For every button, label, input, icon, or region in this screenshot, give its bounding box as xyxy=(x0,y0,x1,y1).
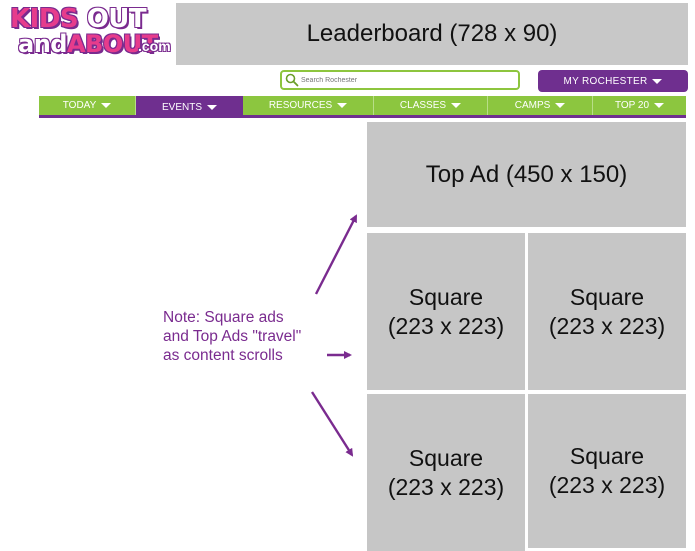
nav-item-label: CAMPS xyxy=(514,100,551,111)
logo-word-com: .com xyxy=(138,38,171,54)
chevron-down-icon xyxy=(652,78,663,84)
nav-item-label: TOP 20 xyxy=(614,100,650,111)
chevron-down-icon xyxy=(101,103,112,108)
nav-underline xyxy=(39,115,686,118)
main-nav: TODAY EVENTS RESOURCES CLASSES CAMPS TOP… xyxy=(39,96,686,118)
square-ad-title: Square xyxy=(569,283,645,310)
square-ad-size: (223 x 223) xyxy=(548,312,666,339)
note-line: Note: Square ads xyxy=(163,309,284,326)
square-ad-2[interactable]: Square (223 x 223) xyxy=(528,233,686,390)
square-ad-1[interactable]: Square (223 x 223) xyxy=(367,233,525,390)
chevron-down-icon xyxy=(555,103,566,108)
nav-item-label: CLASSES xyxy=(399,100,447,111)
my-city-button[interactable]: MY ROCHESTER xyxy=(538,70,688,92)
nav-item-label: EVENTS xyxy=(161,101,202,113)
search-input[interactable] xyxy=(299,76,501,84)
logo-word-and: and xyxy=(18,30,67,58)
square-ad-title: Square xyxy=(569,443,645,469)
chevron-down-icon xyxy=(451,103,462,108)
square-ad-size: (223 x 223) xyxy=(387,473,505,500)
search-icon[interactable] xyxy=(285,73,299,87)
chevron-down-icon xyxy=(654,103,665,108)
nav-item-label: RESOURCES xyxy=(268,100,333,111)
top-ad[interactable]: Top Ad (450 x 150) xyxy=(367,122,686,227)
square-ad-size: (223 x 223) xyxy=(548,472,666,498)
arrow-down-icon xyxy=(310,391,354,457)
square-ad-title: Square xyxy=(408,444,484,471)
note-line: and Top Ads "travel" xyxy=(163,328,302,345)
square-ad-title: Square xyxy=(408,283,484,310)
nav-item-classes[interactable]: CLASSES xyxy=(374,96,488,115)
nav-item-top-20[interactable]: TOP 20 xyxy=(593,96,686,115)
leaderboard-ad[interactable]: Leaderboard (728 x 90) xyxy=(176,3,688,65)
search-box[interactable] xyxy=(280,70,520,90)
my-city-label: MY ROCHESTER xyxy=(563,75,648,87)
leaderboard-ad-label: Leaderboard (728 x 90) xyxy=(306,20,558,47)
chevron-down-icon xyxy=(207,104,217,110)
top-ad-label: Top Ad (450 x 150) xyxy=(425,160,628,188)
nav-item-label: TODAY xyxy=(62,100,97,111)
logo-line-2: andABOUT xyxy=(18,30,158,58)
arrow-up-icon xyxy=(314,214,358,295)
nav-item-today[interactable]: TODAY xyxy=(39,96,136,115)
chevron-down-icon xyxy=(337,103,348,108)
square-ad-size: (223 x 223) xyxy=(387,312,505,339)
nav-item-resources[interactable]: RESOURCES xyxy=(243,96,374,115)
square-ad-3[interactable]: Square (223 x 223) xyxy=(367,394,525,551)
scroll-note: Note: Square ads and Top Ads "travel" as… xyxy=(163,308,353,365)
nav-item-camps[interactable]: CAMPS xyxy=(488,96,593,115)
site-logo[interactable]: KIDS OUT andABOUT .com xyxy=(8,4,172,62)
square-ad-4[interactable]: Square (223 x 223) xyxy=(528,394,686,548)
note-line: as content scrolls xyxy=(163,347,283,364)
